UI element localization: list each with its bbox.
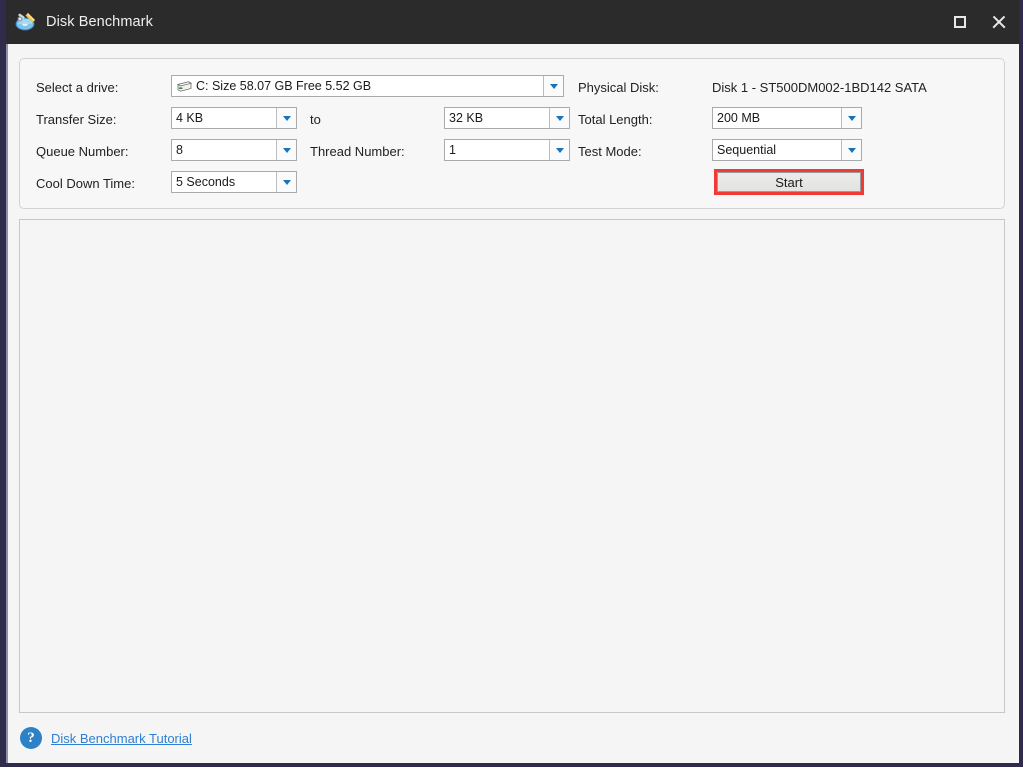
transfer-size-from-combobox[interactable]: 4 KB [171, 107, 297, 129]
test-mode-label-wrap: Test Mode: [578, 139, 642, 163]
transfer-to-label: to [310, 111, 321, 127]
chevron-down-icon [555, 147, 564, 153]
total-length-label: Total Length: [578, 111, 653, 127]
transfer-size-from-value: 4 KB [176, 111, 204, 125]
thread-number-value: 1 [449, 143, 456, 157]
queue-number-label: Queue Number: [36, 143, 129, 159]
chevron-down-icon [847, 115, 856, 121]
test-mode-combobox[interactable]: Sequential [712, 139, 862, 161]
start-button[interactable]: Start [717, 172, 861, 192]
select-drive-dropdown-arrow[interactable] [543, 76, 563, 96]
benchmark-settings-panel: Select a drive: C: Size 58.07 GB Free 5.… [19, 58, 1005, 209]
disk-benchmark-app-icon [15, 11, 37, 33]
total-length-combobox[interactable]: 200 MB [712, 107, 862, 129]
cool-down-time-dropdown-arrow[interactable] [276, 172, 296, 192]
thread-number-dropdown-arrow[interactable] [549, 140, 569, 160]
total-length-label-wrap: Total Length: [578, 107, 652, 131]
transfer-size-to-dropdown-arrow[interactable] [549, 108, 569, 128]
select-drive-label: Select a drive: [36, 79, 119, 95]
chevron-down-icon [282, 179, 291, 185]
cool-down-time-label-wrap: Cool Down Time: [36, 171, 135, 195]
close-icon [991, 15, 1006, 30]
transfer-size-label: Transfer Size: [36, 111, 117, 127]
chevron-down-icon [549, 83, 558, 89]
chevron-down-icon [282, 115, 291, 121]
queue-number-combobox[interactable]: 8 [171, 139, 297, 161]
transfer-size-from-dropdown-arrow[interactable] [276, 108, 296, 128]
footer-bar: ? Disk Benchmark Tutorial [6, 713, 1019, 763]
help-icon: ? [20, 727, 42, 749]
test-mode-label: Test Mode: [578, 143, 642, 159]
title-bar: Disk Benchmark [6, 0, 1019, 44]
disk-benchmark-window: Disk Benchmark Select a drive: C: Size 5… [0, 0, 1023, 767]
cool-down-time-combobox[interactable]: 5 Seconds [171, 171, 297, 193]
transfer-size-to-value: 32 KB [449, 111, 484, 125]
transfer-to-label-wrap: to [310, 107, 321, 131]
physical-disk-value-wrap: Disk 1 - ST500DM002-1BD142 SATA [712, 75, 927, 99]
select-drive-value-wrap: C: Size 58.07 GB Free 5.52 GB [172, 76, 543, 96]
queue-number-value: 8 [176, 143, 183, 157]
total-length-value: 200 MB [717, 111, 761, 125]
maximize-button[interactable] [949, 11, 971, 33]
total-length-dropdown-arrow[interactable] [841, 108, 861, 128]
disk-benchmark-tutorial-link[interactable]: Disk Benchmark Tutorial [51, 731, 192, 746]
cool-down-time-label: Cool Down Time: [36, 175, 135, 191]
thread-number-label: Thread Number: [310, 143, 405, 159]
window-title: Disk Benchmark [46, 14, 153, 30]
start-button-highlight: Start [714, 169, 864, 195]
transfer-size-label-wrap: Transfer Size: [36, 107, 116, 131]
chevron-down-icon [282, 147, 291, 153]
window-controls [949, 0, 1009, 44]
queue-number-label-wrap: Queue Number: [36, 139, 129, 163]
benchmark-results-panel [19, 219, 1005, 713]
transfer-size-to-combobox[interactable]: 32 KB [444, 107, 570, 129]
test-mode-value: Sequential [717, 143, 777, 157]
close-button[interactable] [987, 11, 1009, 33]
thread-number-label-wrap: Thread Number: [310, 139, 405, 163]
test-mode-dropdown-arrow[interactable] [841, 140, 861, 160]
select-drive-value: C: Size 58.07 GB Free 5.52 GB [196, 79, 372, 93]
physical-disk-label: Physical Disk: [578, 79, 659, 95]
chevron-down-icon [847, 147, 856, 153]
thread-number-combobox[interactable]: 1 [444, 139, 570, 161]
cool-down-time-value: 5 Seconds [176, 175, 236, 189]
hard-drive-icon [176, 80, 193, 92]
select-drive-label-wrap: Select a drive: [36, 75, 118, 99]
maximize-icon [954, 16, 966, 28]
queue-number-dropdown-arrow[interactable] [276, 140, 296, 160]
physical-disk-label-wrap: Physical Disk: [578, 75, 659, 99]
select-drive-combobox[interactable]: C: Size 58.07 GB Free 5.52 GB [171, 75, 564, 97]
client-area: Select a drive: C: Size 58.07 GB Free 5.… [6, 44, 1019, 713]
physical-disk-value: Disk 1 - ST500DM002-1BD142 SATA [712, 79, 927, 95]
chevron-down-icon [555, 115, 564, 121]
